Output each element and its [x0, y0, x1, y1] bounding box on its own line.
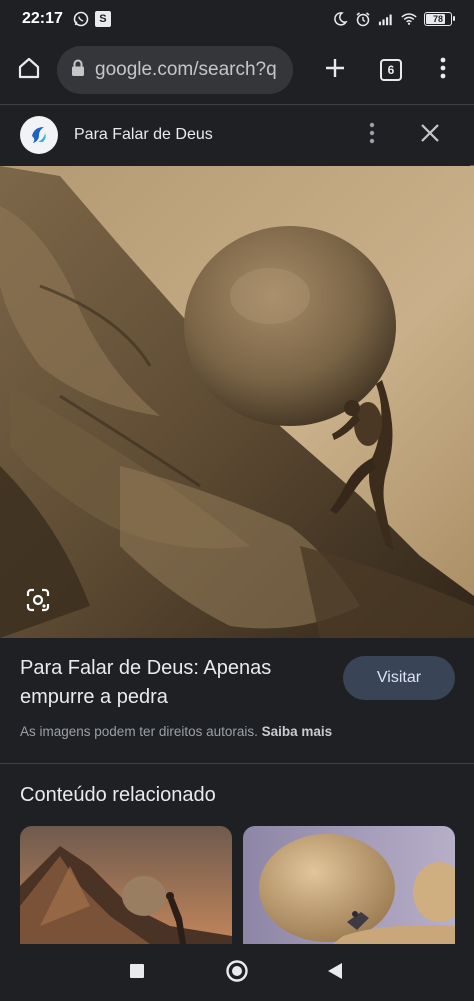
visit-button[interactable]: Visitar [343, 656, 455, 700]
wifi-icon [401, 11, 417, 27]
back-nav-button[interactable] [318, 956, 352, 990]
status-bar: 22:17 S 78 [0, 0, 474, 38]
signal-icon [378, 11, 394, 27]
browser-menu-button[interactable] [419, 42, 467, 98]
section-divider [0, 763, 474, 764]
omnibox-url-bar[interactable]: google.com/search?q [57, 46, 293, 94]
result-title[interactable]: Para Falar de Deus: Apenas empurre a ped… [20, 654, 320, 712]
more-vert-icon [369, 122, 375, 149]
moon-icon [332, 11, 348, 27]
back-triangle-icon [327, 962, 343, 985]
tabs-icon: 6 [380, 59, 402, 81]
home-nav-button[interactable] [220, 956, 254, 990]
source-logo-icon [20, 116, 58, 154]
related-thumbnail[interactable] [20, 826, 232, 944]
related-content-heading: Conteúdo relacionado [20, 784, 216, 806]
source-name[interactable]: Para Falar de Deus [74, 126, 213, 144]
home-circle-icon [225, 959, 249, 988]
source-more-button[interactable] [356, 117, 388, 153]
tab-switcher-button[interactable]: 6 [363, 42, 419, 98]
menu-dots-icon [440, 57, 446, 84]
learn-more-link[interactable]: Saiba mais [262, 724, 333, 739]
whatsapp-icon [73, 11, 89, 27]
home-icon [17, 56, 41, 85]
main-result-image[interactable] [0, 166, 474, 638]
status-time: 22:17 [22, 10, 63, 27]
copyright-notice: As imagens podem ter direitos autorais. … [20, 724, 332, 739]
related-thumbnail[interactable] [243, 826, 455, 944]
battery-percent-label: 78 [432, 14, 443, 24]
close-button[interactable] [412, 117, 448, 153]
browser-toolbar: google.com/search?q 6 [0, 38, 474, 102]
source-header: Para Falar de Deus [0, 105, 474, 165]
google-lens-button[interactable] [20, 584, 56, 620]
alarm-icon [355, 11, 371, 27]
plus-icon [324, 57, 346, 84]
url-text: google.com/search?q [95, 59, 277, 80]
recent-apps-button[interactable] [120, 956, 154, 990]
close-icon [420, 123, 440, 148]
lock-icon [71, 59, 85, 82]
copyright-text: As imagens podem ter direitos autorais. [20, 724, 258, 739]
status-system-icons: 78 [332, 0, 455, 38]
status-notification-icons: S [73, 11, 111, 27]
system-nav-bar [0, 944, 474, 1001]
new-tab-button[interactable] [307, 42, 363, 98]
google-lens-icon [25, 587, 51, 618]
s-badge-icon: S [94, 11, 111, 27]
battery-icon: 78 [424, 12, 455, 26]
home-button[interactable] [1, 42, 57, 98]
recent-apps-icon [129, 963, 145, 984]
